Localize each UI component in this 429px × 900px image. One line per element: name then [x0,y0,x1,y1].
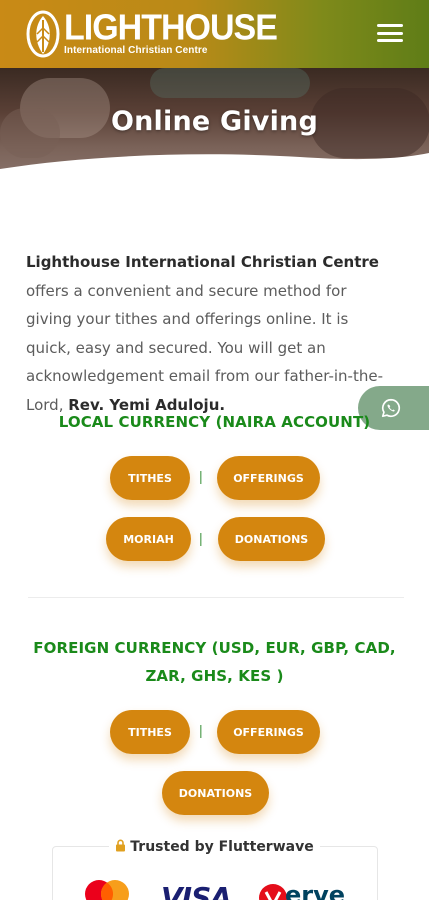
foreign-tithes-button[interactable]: TITHES [110,710,190,754]
verve-logo: erve [258,883,344,900]
logo-text[interactable]: LIGHTHOUSE International Christian Centr… [64,8,278,56]
separator: | [199,468,203,484]
trusted-by-label: Trusted by Flutterwave [0,839,429,855]
foreign-donations-button[interactable]: DONATIONS [162,771,269,815]
intro-paragraph: Lighthouse International Christian Centr… [26,248,388,419]
verve-circle-icon [259,884,287,900]
local-donations-button[interactable]: DONATIONS [218,517,325,561]
local-offerings-button[interactable]: OFFERINGS [217,456,320,500]
local-tithes-button[interactable]: TITHES [110,456,190,500]
site-header: LIGHTHOUSE International Christian Centr… [0,0,429,68]
trusted-by-text: Trusted by Flutterwave [130,839,314,855]
foreign-offerings-button[interactable]: OFFERINGS [217,710,320,754]
separator: | [199,530,203,546]
mastercard-icon [85,880,129,900]
hero-wave-divider [0,153,429,180]
visa-logo: VISA [161,881,232,900]
lock-icon [116,839,126,852]
foreign-currency-title: FOREIGN CURRENCY (USD, EUR, GBP, CAD, ZA… [33,639,396,685]
page-title: Online Giving [110,106,319,137]
local-currency-title: LOCAL CURRENCY (NAIRA ACCOUNT) [58,413,371,431]
lighthouse-logo-icon[interactable] [26,10,60,58]
intro-text: offers a convenient and secure method fo… [26,281,383,414]
separator: | [199,722,203,738]
section-divider [28,597,404,598]
org-name: Lighthouse International Christian Centr… [26,253,379,271]
logo-title: LIGHTHOUSE [64,8,278,48]
hamburger-menu-icon[interactable] [377,24,403,44]
local-moriah-button[interactable]: MORIAH [106,517,191,561]
hero-banner: Online Giving [0,68,429,180]
